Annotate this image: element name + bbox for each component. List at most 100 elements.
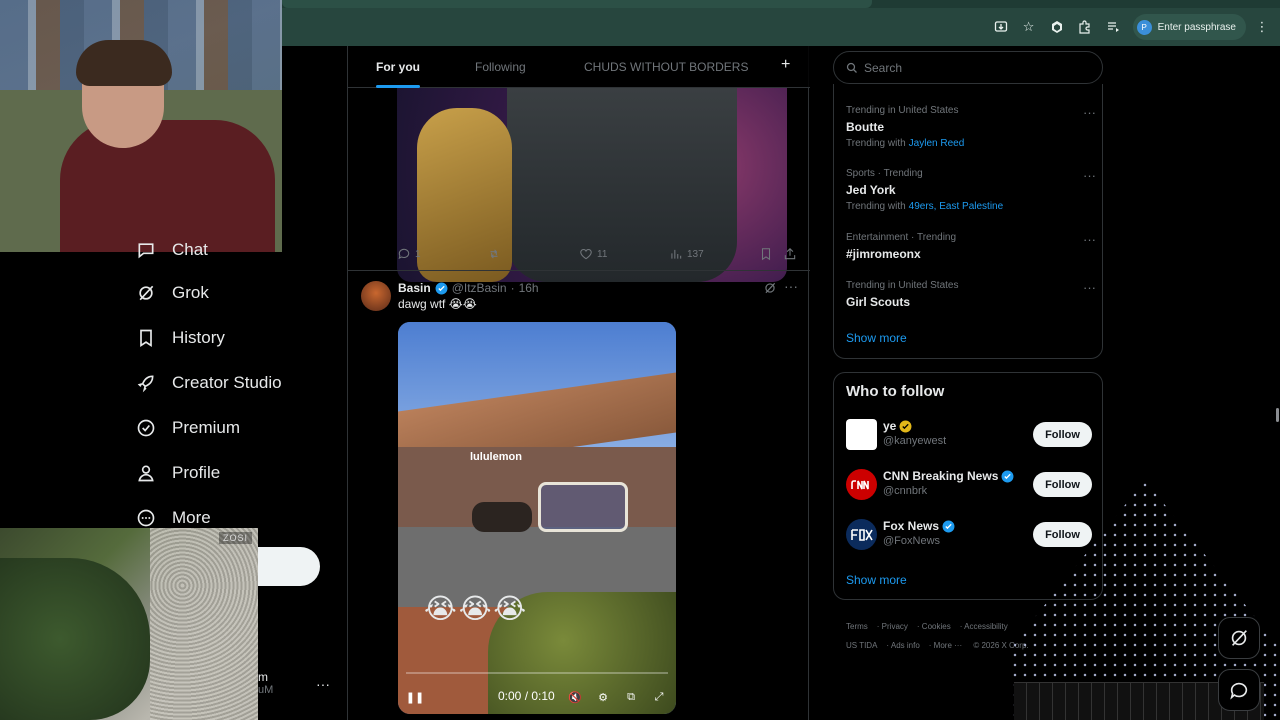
tweet-text: dawg wtf 😭😭 xyxy=(398,297,477,311)
install-app-icon[interactable] xyxy=(989,15,1013,39)
scrollbar-thumb[interactable] xyxy=(1276,408,1279,422)
share-icon xyxy=(784,248,796,260)
tweet-author-handle[interactable]: @ItzBasin xyxy=(452,281,507,295)
settings-icon[interactable]: ⚙ xyxy=(596,690,610,704)
trend-with-link[interactable]: 49ers, East Palestine xyxy=(909,201,1004,212)
follow-button[interactable]: Follow xyxy=(1033,472,1092,497)
nav-item-label: Grok xyxy=(172,283,209,302)
avatar[interactable] xyxy=(361,281,391,311)
search-input[interactable]: Search xyxy=(833,51,1103,84)
repost-button[interactable] xyxy=(487,247,501,261)
security-camera-overlay: ZOSI xyxy=(0,528,258,720)
pip-icon[interactable]: ⧉ xyxy=(624,690,638,704)
account-switcher[interactable]: m uM xyxy=(258,670,273,696)
trend-topic: Jed York xyxy=(846,183,896,197)
avatar[interactable] xyxy=(846,519,877,550)
avatar[interactable] xyxy=(846,469,877,500)
nav-item-label: History xyxy=(172,328,225,347)
trend-more-icon[interactable]: ··· xyxy=(1083,280,1096,295)
suggestion-name: Fox News xyxy=(883,519,940,533)
trend-item[interactable]: Entertainment · Trending #jimromeonx ··· xyxy=(846,232,1096,261)
footer-link[interactable]: Ads info xyxy=(891,641,920,650)
timeline: 1 11 137 Basin @ItzBasin · 16h dawg wtf … xyxy=(347,46,810,720)
footer-link[interactable]: More ··· xyxy=(934,641,962,650)
grok-floating-button[interactable] xyxy=(1218,617,1260,659)
kebab-menu-icon[interactable]: ⋮ xyxy=(1250,15,1274,39)
footer-link[interactable]: Accessibility xyxy=(964,622,1008,631)
like-button[interactable]: 11 xyxy=(579,247,607,261)
media-queue-icon[interactable] xyxy=(1101,15,1125,39)
camera-logo: ZOSI xyxy=(218,532,252,544)
search-placeholder: Search xyxy=(864,60,903,75)
footer-link[interactable]: Privacy xyxy=(882,622,908,631)
video-progress-bar[interactable] xyxy=(406,672,668,674)
cnn-logo-icon xyxy=(850,479,869,489)
active-tab-indicator xyxy=(376,85,420,88)
share-button[interactable] xyxy=(783,247,797,261)
person-icon xyxy=(138,465,154,482)
tweet-author-name[interactable]: Basin xyxy=(398,281,431,295)
puzzle-extensions-icon[interactable] xyxy=(1073,15,1097,39)
verified-icon xyxy=(137,419,155,437)
browser-tab-strip xyxy=(282,0,1280,8)
video-time: 0:00 / 0:10 xyxy=(498,689,555,703)
nav-item-creator-studio[interactable]: Creator Studio xyxy=(136,363,282,403)
grok-icon[interactable] xyxy=(763,281,777,295)
search-icon xyxy=(846,62,857,73)
footer-link[interactable]: US TIDA xyxy=(846,641,877,650)
address-bar[interactable] xyxy=(282,14,982,40)
profile-button[interactable]: P Enter passphrase xyxy=(1132,14,1246,40)
show-more-follow-link[interactable]: Show more xyxy=(846,573,907,587)
fullscreen-icon[interactable]: ⤢ xyxy=(652,690,666,704)
tweet-timestamp[interactable]: 16h xyxy=(519,281,539,295)
avatar[interactable] xyxy=(846,419,877,450)
follow-button[interactable]: Follow xyxy=(1033,522,1092,547)
views-button[interactable]: 137 xyxy=(669,247,704,261)
video-emoji: 😭😭😭 xyxy=(424,593,529,624)
trend-topic: Girl Scouts xyxy=(846,295,911,309)
trend-more-icon[interactable]: ··· xyxy=(1083,105,1096,120)
tab-label: For you xyxy=(376,60,420,74)
tweet-actions: 1 11 137 xyxy=(397,247,807,265)
reply-button[interactable]: 1 xyxy=(397,247,421,261)
account-more-icon[interactable]: ··· xyxy=(316,676,330,692)
trend-item[interactable]: Trending in United States Girl Scouts ··… xyxy=(846,280,1096,309)
more-options-icon[interactable]: ··· xyxy=(784,278,798,294)
messages-floating-button[interactable] xyxy=(1218,669,1260,711)
suggestion-handle: @cnnbrk xyxy=(883,485,928,497)
follow-suggestion[interactable]: Fox News @FoxNews Follow xyxy=(846,519,1092,553)
tab-following[interactable]: Following xyxy=(475,46,526,88)
trend-with-link[interactable]: Jaylen Reed xyxy=(909,138,965,149)
tab-for-you[interactable]: For you xyxy=(376,46,420,88)
nav-item-profile[interactable]: Profile xyxy=(136,453,220,493)
profile-avatar: P xyxy=(1136,19,1152,35)
bookmark-star-icon[interactable]: ☆ xyxy=(1017,15,1041,39)
bookmark-button[interactable] xyxy=(759,247,773,261)
trend-more-icon[interactable]: ··· xyxy=(1083,232,1096,247)
tab-chuds-without-borders[interactable]: CHUDS WITHOUT BORDERS xyxy=(584,46,748,88)
nav-item-premium[interactable]: Premium xyxy=(136,408,240,448)
fox-news-logo-icon xyxy=(850,528,873,541)
verified-badge-icon xyxy=(435,282,448,294)
nav-item-chat[interactable]: Chat xyxy=(136,230,208,270)
follow-button[interactable]: Follow xyxy=(1033,422,1092,447)
nav-item-history[interactable]: History xyxy=(136,318,225,358)
tweet-video[interactable]: lululemon 😭😭😭 ❚❚ 0:00 / 0:10 🔇 ⚙ ⧉ ⤢ xyxy=(398,322,676,714)
trend-item[interactable]: Trending in United States Boutte Trendin… xyxy=(846,105,1096,149)
mute-icon[interactable]: 🔇 xyxy=(568,690,582,704)
trend-item[interactable]: Sports · Trending Jed York Trending with… xyxy=(846,168,1096,212)
views-icon xyxy=(671,249,682,259)
follow-suggestion[interactable]: ye @kanyewest Follow xyxy=(846,419,1092,453)
trend-more-icon[interactable]: ··· xyxy=(1083,168,1096,183)
profile-label: Enter passphrase xyxy=(1157,21,1236,33)
extension-icon[interactable] xyxy=(1045,15,1069,39)
footer-link[interactable]: Terms xyxy=(846,622,868,631)
nav-item-grok[interactable]: Grok xyxy=(136,273,209,313)
footer-link[interactable]: Cookies xyxy=(922,622,951,631)
tab-label: CHUDS WITHOUT BORDERS xyxy=(584,60,749,74)
follow-suggestion[interactable]: CNN Breaking News @cnnbrk Follow xyxy=(846,469,1092,503)
browser-tab[interactable] xyxy=(282,0,872,8)
show-more-trends-link[interactable]: Show more xyxy=(846,331,907,345)
add-tab-icon[interactable]: + xyxy=(781,56,790,74)
pause-icon[interactable]: ❚❚ xyxy=(406,690,424,704)
